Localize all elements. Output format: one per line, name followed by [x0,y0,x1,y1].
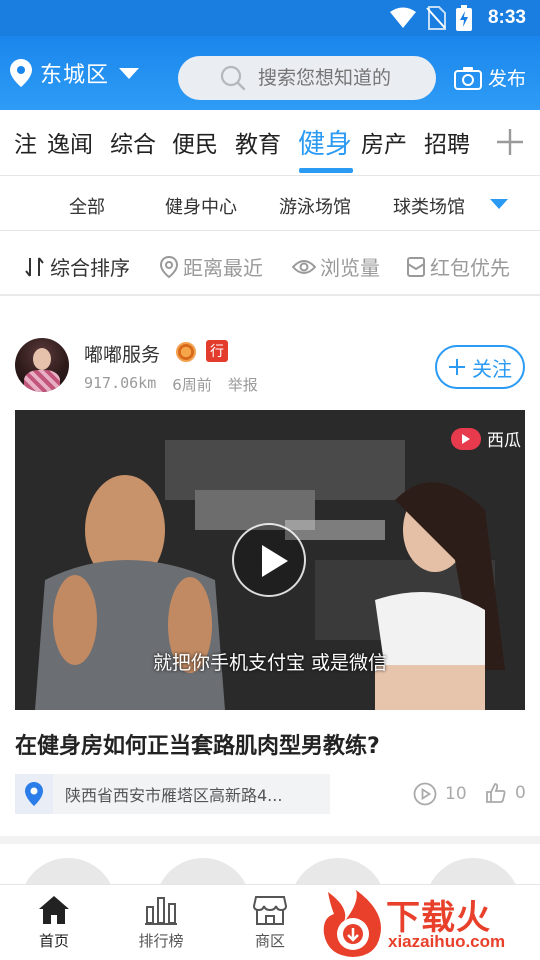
location-label: 东城区 [40,63,110,88]
tab-8[interactable]: 招聘 [424,125,470,159]
status-bar: 8:33 [0,0,540,36]
sort-comprehensive[interactable]: 综合排序 [24,252,130,281]
nav-store[interactable]: 商区 [230,895,310,951]
map-thumbnail [15,774,53,814]
wifi-icon [389,7,416,28]
map-pin-icon [25,782,43,806]
avatar-face [33,348,51,370]
post-distance: 917.06km [84,374,157,392]
tab-5[interactable]: 教育 [235,125,281,159]
sort-icon [25,256,44,277]
red-envelope-icon [407,256,425,277]
sort-label: 浏览量 [320,256,380,280]
sort-red-envelope[interactable]: 红包优先 [406,252,510,281]
post-address[interactable]: 陕西省西安市雁塔区高新路4... [15,774,330,814]
sort-label: 距离最近 [183,256,263,280]
play-button[interactable] [232,523,306,597]
follow-button[interactable]: 关注 [435,345,525,389]
post-title[interactable]: 在健身房如何正当套路肌肉型男教练? [15,728,380,760]
address-text: 陕西省西安市雁塔区高新路4... [65,786,283,805]
thumbs-up-icon [486,783,506,803]
flame-logo-icon [323,890,381,957]
subtab-2[interactable]: 健身中心 [165,193,237,219]
no-sim-icon [426,6,446,30]
battery-charging-icon [455,5,472,31]
tab-2[interactable]: 逸闻 [47,125,93,159]
post-time: 6周前 [172,376,212,394]
play-circle-icon [413,782,437,806]
plus-icon [449,359,465,375]
industry-badge: 行 [206,340,228,362]
search-icon [220,65,246,91]
bar-chart-icon [145,897,177,925]
video-watermark: 西瓜 [451,426,521,451]
play-count: 10 [413,782,467,806]
category-tabs: 注 逸闻 综合 便民 教育 健身 房产 招聘 [0,110,540,176]
avatar-body [24,370,60,392]
active-tab-indicator [299,168,353,173]
play-icon [262,545,288,577]
sort-views[interactable]: 浏览量 [292,252,380,281]
sort-distance[interactable]: 距离最近 [159,252,263,281]
home-icon [39,896,69,924]
author-name[interactable]: 嘟嘟服务 [84,340,160,367]
download-site-logo: 下载火 xiazaihuo.com [318,888,540,960]
play-count-value: 10 [445,784,467,804]
video-subtitle: 就把你手机支付宝 或是微信 [152,652,388,674]
search-bar[interactable] [178,56,436,100]
nav-label: 商区 [254,932,285,950]
location-pin-icon [159,255,179,278]
expand-subcategories-icon[interactable] [490,199,508,209]
subtab-4[interactable]: 球类场馆 [393,193,465,219]
tab-fitness-active[interactable]: 健身 [298,122,352,161]
logo-url: xiazaihuo.com [388,932,506,951]
caret-down-icon [119,67,140,79]
sort-bar: 综合排序 距离最近 浏览量 红包优先 [0,232,540,296]
xigua-logo-icon [451,427,481,450]
like-count-value: 0 [515,783,526,803]
status-time: 8:33 [487,7,526,28]
subtab-1[interactable]: 全部 [69,193,105,219]
location-selector[interactable]: 东城区 [10,57,140,89]
location-pin-icon [10,59,32,87]
nav-ranking[interactable]: 排行榜 [121,895,201,951]
tab-1[interactable]: 注 [14,125,37,159]
nav-label: 排行榜 [138,932,184,950]
add-category-icon[interactable] [496,128,524,156]
follow-label: 关注 [472,356,512,381]
sort-label: 综合排序 [50,256,130,280]
nav-home[interactable]: 首页 [14,895,94,951]
like-count[interactable]: 0 [485,782,526,804]
camera-icon [454,66,482,90]
video-player[interactable]: 西瓜 就把你手机支付宝 或是微信 [15,410,525,710]
post-meta: 917.06km 6周前 举报 [84,374,258,395]
publish-button[interactable]: 发布 [454,64,526,91]
medal-icon [176,342,196,362]
report-link[interactable]: 举报 [228,374,258,395]
publish-label: 发布 [488,68,527,90]
subcategory-bar: 全部 健身中心 游泳场馆 球类场馆 [0,177,540,231]
watermark-text: 西瓜 [487,431,521,451]
tab-4[interactable]: 便民 [172,125,218,159]
nav-label: 首页 [38,932,69,950]
search-input[interactable] [258,67,428,89]
card-divider [0,836,540,844]
eye-icon [292,259,316,274]
tab-7[interactable]: 房产 [361,125,407,159]
tab-3[interactable]: 综合 [110,125,156,159]
store-icon [253,896,287,925]
app-header: 东城区 发布 [0,36,540,110]
author-avatar[interactable] [15,338,69,392]
subtab-3[interactable]: 游泳场馆 [279,193,351,219]
sort-label: 红包优先 [430,256,510,280]
